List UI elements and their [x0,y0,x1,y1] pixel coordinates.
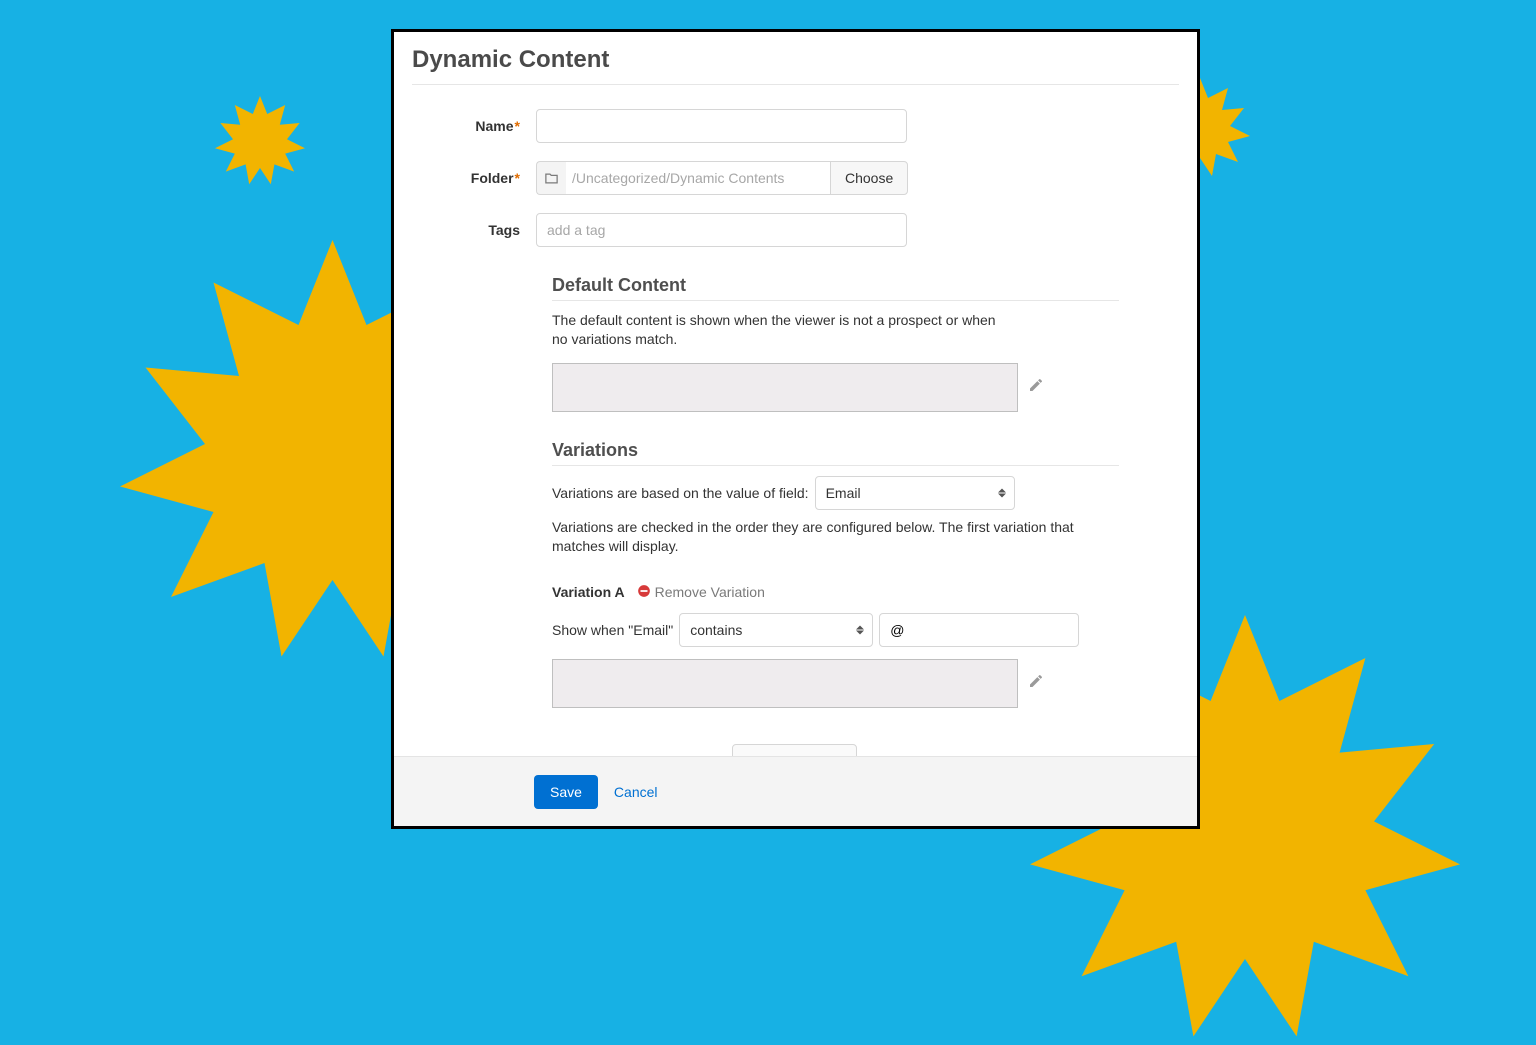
default-content-box[interactable] [552,363,1018,412]
chevron-updown-icon [998,488,1006,497]
variations-based-on-label: Variations are based on the value of fie… [552,485,809,501]
cancel-link[interactable]: Cancel [614,784,658,800]
variations-order-note: Variations are checked in the order they… [552,518,1119,556]
variation-a-content-box[interactable] [552,659,1018,708]
default-content-title: Default Content [552,275,1119,301]
tags-field-row: Tags [412,213,1179,247]
form-footer: Save Cancel [394,756,1197,826]
save-button[interactable]: Save [534,775,598,809]
folder-label: Folder* [412,170,536,186]
edit-default-content-icon[interactable] [1028,377,1044,398]
page-title: Dynamic Content [412,46,1179,85]
default-content-section: Default Content The default content is s… [552,275,1119,412]
tags-input[interactable] [536,213,907,247]
default-content-description: The default content is shown when the vi… [552,311,1012,349]
variation-a-header: Variation A Remove Variation [552,584,1119,601]
form-panel: Dynamic Content Name* Folder* /Uncategor… [391,29,1200,829]
name-label: Name* [412,118,536,134]
folder-path: /Uncategorized/Dynamic Contents [566,161,830,195]
variation-value-input[interactable] [879,613,1079,647]
variations-title: Variations [552,440,1119,466]
remove-variation-link[interactable]: Remove Variation [655,584,765,600]
show-when-label: Show when "Email" [552,622,673,638]
choose-folder-button[interactable]: Choose [830,161,908,195]
name-field-row: Name* [412,109,1179,143]
starburst-decoration [215,96,305,186]
folder-field-row: Folder* /Uncategorized/Dynamic Contents … [412,161,1179,195]
operator-select[interactable]: contains [679,613,873,647]
variations-section: Variations Variations are based on the v… [552,440,1119,778]
edit-variation-a-icon[interactable] [1028,673,1044,694]
variation-a-name: Variation A [552,584,625,600]
name-input[interactable] [536,109,907,143]
variations-field-select[interactable]: Email [815,476,1015,510]
remove-variation-icon[interactable] [637,584,651,601]
chevron-updown-icon [856,625,864,634]
tags-label: Tags [412,222,536,238]
folder-icon [536,161,566,195]
